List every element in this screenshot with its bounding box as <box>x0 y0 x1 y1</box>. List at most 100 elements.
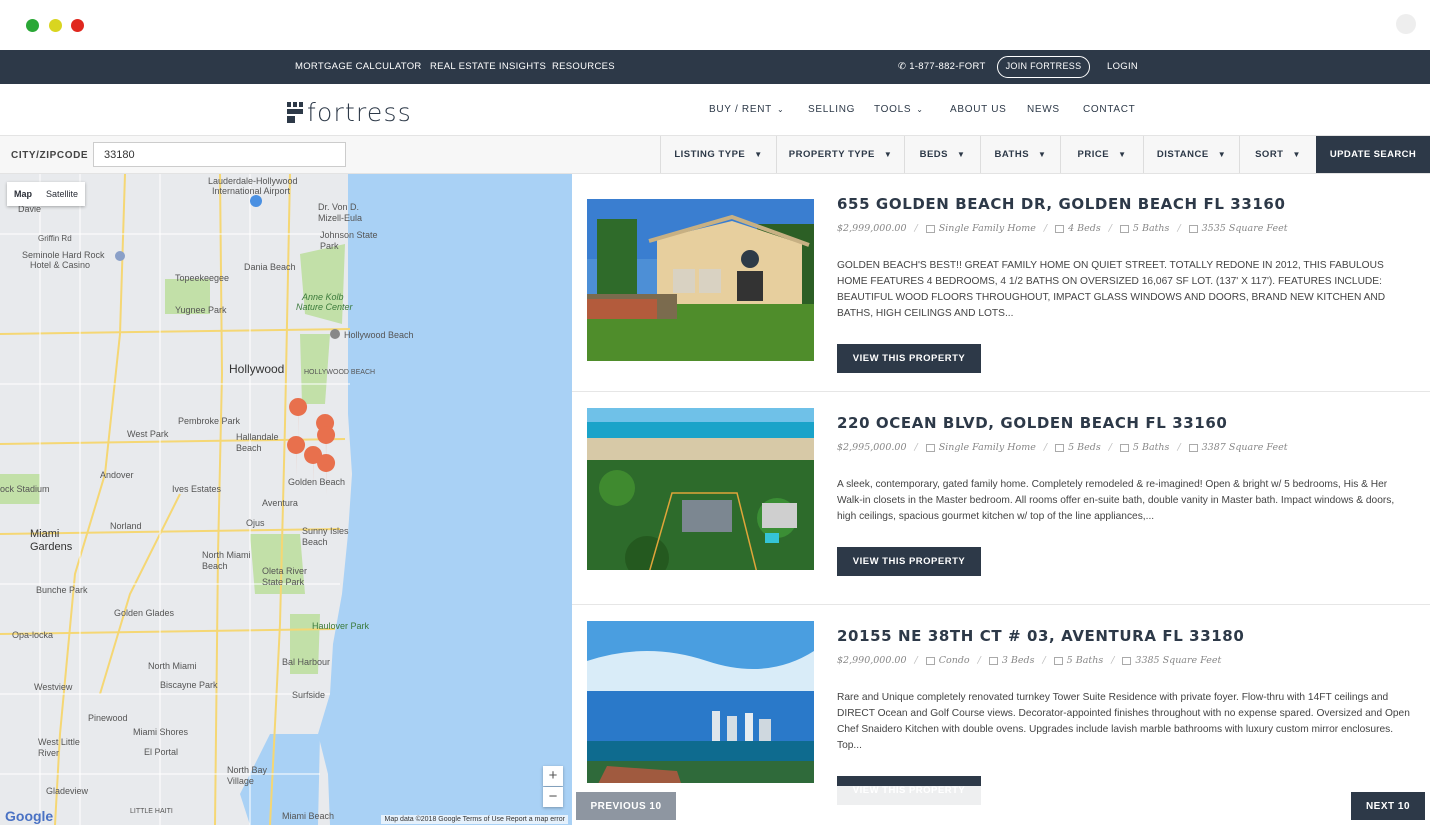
listing-beds: 3 Beds <box>1001 655 1035 666</box>
map-label: Golden Beach <box>288 477 346 487</box>
map-label: Nature Center <box>296 302 353 312</box>
zoom-out-button[interactable]: − <box>543 787 563 807</box>
map-label: Dania Beach <box>244 262 296 272</box>
map-label: Pinewood <box>88 713 128 723</box>
map-label: North Miami Beach <box>202 550 251 571</box>
listing-price: $2,995,000.00 <box>837 442 907 453</box>
listing-type-label: LISTING TYPE <box>674 149 746 160</box>
nav-news[interactable]: NEWS <box>1027 104 1060 115</box>
nav-buy-rent[interactable]: BUY / RENT ⌄ <box>709 104 784 115</box>
next-page-button[interactable]: NEXT 10 <box>1351 792 1425 820</box>
listing-meta: $2,995,000.00 /Single Family Home /5 Bed… <box>837 442 1288 453</box>
beds-dropdown[interactable]: BEDS ▼ <box>904 136 980 173</box>
map-label: Miami Gardens <box>30 528 73 553</box>
listing-baths: 5 Baths <box>1066 655 1104 666</box>
nav-tools[interactable]: TOOLS ⌄ <box>874 104 924 115</box>
listing-title[interactable]: 655 GOLDEN BEACH DR, GOLDEN BEACH FL 331… <box>837 195 1285 213</box>
baths-dropdown[interactable]: BATHS ▼ <box>980 136 1060 173</box>
map-attribution[interactable]: Map data ©2018 Google Terms of Use Repor… <box>381 815 568 824</box>
listing-photo[interactable] <box>587 621 814 783</box>
listing-price: $2,999,000.00 <box>837 223 907 234</box>
distance-dropdown[interactable]: DISTANCE ▼ <box>1143 136 1239 173</box>
home-icon <box>925 224 935 233</box>
logo-text: fortress <box>307 98 412 127</box>
mortgage-calculator-link[interactable]: MORTGAGE CALCULATOR <box>295 61 422 72</box>
login-link[interactable]: LOGIN <box>1107 61 1138 72</box>
map-label: North Miami <box>148 661 197 671</box>
map-label: Aventura <box>262 498 298 508</box>
listing-type: Condo <box>938 655 970 666</box>
window-menu-icon[interactable] <box>1396 14 1416 34</box>
listing-baths: 5 Baths <box>1132 442 1170 453</box>
previous-page-button[interactable]: PREVIOUS 10 <box>576 792 676 820</box>
logo[interactable]: fortress <box>287 98 412 127</box>
join-fortress-button[interactable]: JOIN FORTRESS <box>997 56 1090 78</box>
map-label: Ives Estates <box>172 484 222 494</box>
map-label: Seminole Hard Rock <box>22 250 105 260</box>
map-label: HOLLYWOOD BEACH <box>304 369 376 376</box>
bed-icon <box>1055 224 1065 233</box>
area-icon <box>1188 224 1198 233</box>
pagination: PREVIOUS 10 NEXT 10 <box>572 786 1430 825</box>
map-label: LITTLE HAITI <box>130 808 173 815</box>
listing-beds: 5 Beds <box>1068 442 1101 453</box>
satellite-view-button[interactable]: Satellite <box>39 182 85 206</box>
listing-results: 655 GOLDEN BEACH DR, GOLDEN BEACH FL 331… <box>572 174 1430 825</box>
map-label: Miami Beach <box>282 811 335 821</box>
map-label: Lauderdale-Hollywood <box>208 176 298 186</box>
listing-meta: $2,999,000.00 /Single Family Home /4 Bed… <box>837 223 1288 234</box>
phone-number: 1-877-882-FORT <box>909 61 986 72</box>
window-maximize-button[interactable] <box>26 19 39 32</box>
sort-dropdown[interactable]: SORT ▼ <box>1239 136 1316 173</box>
map-label: Gladeview <box>46 786 89 796</box>
phone-icon: ✆ <box>898 61 907 72</box>
phone-link[interactable]: ✆ 1-877-882-FORT <box>898 61 986 72</box>
area-icon <box>1122 656 1132 665</box>
update-search-button[interactable]: UPDATE SEARCH <box>1316 136 1430 173</box>
map-view-button[interactable]: Map <box>7 182 39 206</box>
listing-title[interactable]: 20155 NE 38TH CT # 03, AVENTURA FL 33180 <box>837 627 1244 645</box>
real-estate-insights-link[interactable]: REAL ESTATE INSIGHTS <box>430 61 546 72</box>
chevron-down-icon: ⌄ <box>916 105 924 114</box>
map-label: Ojus <box>246 518 265 528</box>
home-icon <box>925 656 935 665</box>
city-zip-input[interactable] <box>93 142 346 167</box>
fortress-logo-icon <box>287 102 303 123</box>
map-label: Sunny Isles Beach <box>302 526 349 547</box>
nav-about-us[interactable]: ABOUT US <box>950 104 1007 115</box>
listing-price: $2,990,000.00 <box>837 655 907 666</box>
zoom-in-button[interactable]: + <box>543 766 563 786</box>
map-label: El Portal <box>144 747 179 757</box>
caret-down-icon: ▼ <box>956 150 966 159</box>
map-label: Griffin Rd <box>38 234 72 243</box>
property-type-dropdown[interactable]: PROPERTY TYPE ▼ <box>776 136 904 173</box>
nav-selling[interactable]: SELLING <box>808 104 855 115</box>
view-property-button[interactable]: VIEW THIS PROPERTY <box>837 344 981 373</box>
listing-title[interactable]: 220 OCEAN BLVD, GOLDEN BEACH FL 33160 <box>837 414 1227 432</box>
listing-photo[interactable] <box>587 199 814 361</box>
listing-sqft: 3385 Square Feet <box>1135 655 1222 666</box>
map-label: Hollywood <box>229 362 285 376</box>
map[interactable]: Davie Lauderdale-Hollywood International… <box>0 174 572 825</box>
resources-link[interactable]: RESOURCES <box>552 61 615 72</box>
map-label: Biscayne Park <box>160 680 218 690</box>
map-type-toggle: Map Satellite <box>7 182 86 206</box>
price-dropdown[interactable]: PRICE ▼ <box>1060 136 1143 173</box>
map-label: Opa-locka <box>12 630 54 640</box>
map-label: Bunche Park <box>36 585 88 595</box>
listing-card: 655 GOLDEN BEACH DR, GOLDEN BEACH FL 331… <box>572 174 1430 392</box>
map-label: Surfside <box>292 690 326 700</box>
listing-sqft: 3535 Square Feet <box>1201 223 1288 234</box>
listing-photo[interactable] <box>587 408 814 570</box>
nav-contact[interactable]: CONTACT <box>1083 104 1136 115</box>
listing-type-dropdown[interactable]: LISTING TYPE ▼ <box>660 136 776 173</box>
map-label: Bal Harbour <box>282 657 331 667</box>
google-logo: Google <box>5 808 54 824</box>
view-property-button[interactable]: VIEW THIS PROPERTY <box>837 547 981 576</box>
map-label: Andover <box>100 470 134 480</box>
window-minimize-button[interactable] <box>49 19 62 32</box>
chevron-down-icon: ⌄ <box>776 105 785 114</box>
listing-beds: 4 Beds <box>1068 223 1101 234</box>
window-close-button[interactable] <box>71 19 84 32</box>
window-chrome <box>0 0 1430 50</box>
